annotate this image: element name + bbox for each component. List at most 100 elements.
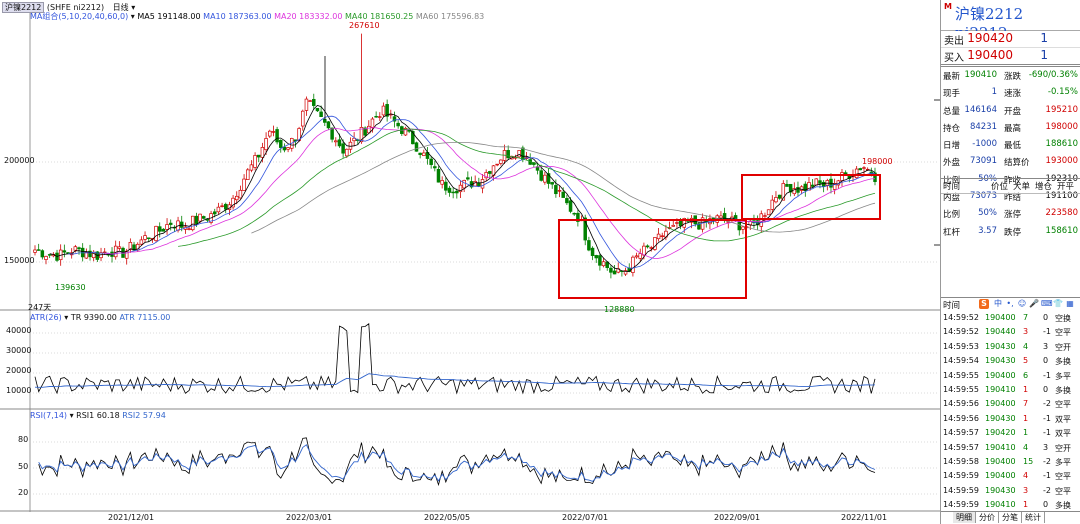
candle-body [249,164,254,171]
ma-group-label[interactable]: MA组合(5,10,20,40,60,0) [30,12,128,21]
ma5-value: MA5 191148.00 [137,12,201,21]
candle-body [656,233,661,240]
tab-price-distribution[interactable]: 分价 [976,512,999,523]
candle-body [436,168,441,183]
candle-body [113,245,118,258]
trade-row[interactable]: 14:59:56 190430 1 -1 双平 [941,412,1080,426]
trade-type: 多平 [1055,371,1071,381]
skin-icon[interactable]: 👕 [1053,299,1063,309]
candle-body [36,249,41,251]
candle-body [561,191,565,198]
atr-dropdown-icon[interactable]: ▾ [64,313,68,322]
trade-list[interactable]: 14:59:52 190400 7 0 空换 14:59:52 190440 3 -1 空平 14:… [941,311,1080,512]
atr-axis-40000: 40000 [6,326,32,335]
keyboard-icon[interactable]: ⌨ [1041,299,1053,309]
ime-chinese-icon[interactable]: 中 [993,299,1003,309]
candle-body [862,167,866,169]
tab-statistics[interactable]: 统计 [1022,512,1045,523]
trade-volume: 15 [1023,456,1034,466]
candle-body [565,198,569,204]
trade-time: 14:59:52 [943,313,979,322]
trade-oi-change: -2 [1043,485,1051,495]
candle-body [66,252,70,254]
trade-row[interactable]: 14:59:55 190400 6 -1 多平 [941,369,1080,383]
candle-body [422,152,426,156]
trade-row[interactable]: 14:59:59 190430 3 -2 空平 [941,484,1080,498]
trade-type: 多换 [1055,357,1071,367]
trade-oi-change: -1 [1043,471,1051,481]
candle-body [634,255,639,258]
tab-ticks[interactable]: 分笔 [999,512,1022,523]
highlight-box-low [558,219,747,299]
trade-oi-change: -2 [1043,399,1051,409]
trade-price: 190400 [985,456,1016,466]
rsi-axis-50: 50 [18,462,29,471]
stat-value: 50% [978,208,997,219]
stat-label: 结算价 [1004,158,1030,169]
emoji-icon[interactable]: ☺ [1017,299,1027,309]
chart-area[interactable]: 沪镍2212 (SHFE ni2212) 日线 ▾ MA组合(5,10,20,4… [0,0,940,524]
candle-body [414,142,419,152]
trade-row[interactable]: 14:59:52 190440 3 -1 空平 [941,325,1080,339]
candle-body [840,172,844,181]
punctuation-icon[interactable]: •, [1005,299,1015,309]
trade-row[interactable]: 14:59:56 190400 7 -2 空平 [941,397,1080,411]
candle-body [521,147,525,160]
candle-body [282,146,287,151]
grid-layer [0,10,940,512]
trade-time: 14:59:53 [943,341,979,351]
trade-row[interactable]: 14:59:55 190410 1 0 多换 [941,383,1080,397]
microphone-icon[interactable]: 🎤 [1029,299,1039,309]
ask-label: 卖出 [944,36,964,47]
rsi2-value: RSI2 57.94 [122,411,166,420]
rsi-axis-80: 80 [18,435,29,444]
stat-row: 比例 50% 涨停 223580 [941,205,1080,222]
bid-row[interactable]: 买入 190400 1 [941,48,1080,65]
candle-body [854,168,859,179]
bid-price[interactable]: 190400 [963,48,1013,62]
trade-time: 14:59:57 [943,428,979,438]
date-label-2022-11-01: 2022/11/01 [841,513,888,522]
stat-value: 158610 [1045,225,1078,236]
candle-body [73,246,78,251]
trade-header: 时间 S 中 •, ☺ 🎤 ⌨ 👕 ▦ [941,297,1080,312]
candle-body [587,240,591,251]
candle-body [367,125,371,134]
candle-body [466,177,470,180]
rsi-dropdown-icon[interactable]: ▾ [70,411,74,420]
trade-row[interactable]: 14:59:58 190400 15 -2 多平 [941,455,1080,469]
trade-type: 空开 [1055,443,1071,453]
atr-title[interactable]: ATR(26) [30,313,62,322]
sogou-ime-icon[interactable]: S [979,299,989,309]
ma-dropdown-icon[interactable]: ▾ [131,12,135,21]
trade-volume: 1 [1023,384,1029,394]
trade-oi-change: 0 [1043,500,1049,510]
ask-row[interactable]: 卖出 190420 1 [941,31,1080,48]
candle-body [480,179,485,189]
trade-row[interactable]: 14:59:57 190410 4 3 空开 [941,441,1080,455]
stat-value: 195210 [1045,104,1078,115]
candle-body [370,118,375,128]
tr-value: TR 9390.00 [70,313,117,322]
date-label-2022-05-05: 2022/05/05 [424,513,471,522]
trade-row[interactable]: 14:59:53 190430 4 3 空开 [941,340,1080,354]
ask-price[interactable]: 190420 [963,31,1013,45]
stat-value: 3.57 [978,225,997,236]
trade-price: 190400 [985,471,1016,481]
chart-canvas[interactable] [0,0,940,524]
indicator-lines [34,323,876,487]
rsi-title[interactable]: RSI(7,14) [30,411,67,420]
candle-body [246,169,250,180]
tab-detail[interactable]: 明细 [953,512,976,523]
trade-time: 14:59:55 [943,370,979,380]
stat-value: 146164 [964,104,997,115]
trade-row[interactable]: 14:59:59 190400 4 -1 空平 [941,469,1080,483]
trade-row[interactable]: 14:59:54 190430 5 0 多换 [941,354,1080,368]
trade-row[interactable]: 14:59:52 190400 7 0 空换 [941,311,1080,325]
trade-volume: 7 [1023,313,1029,322]
tick-header-time: 时间 [943,182,961,192]
trade-row[interactable]: 14:59:57 190420 1 -1 双平 [941,426,1080,440]
toolbox-icon[interactable]: ▦ [1065,299,1075,309]
stat-row: 现手 1 速涨 -0.15% [941,84,1080,101]
trade-volume: 4 [1023,442,1029,452]
